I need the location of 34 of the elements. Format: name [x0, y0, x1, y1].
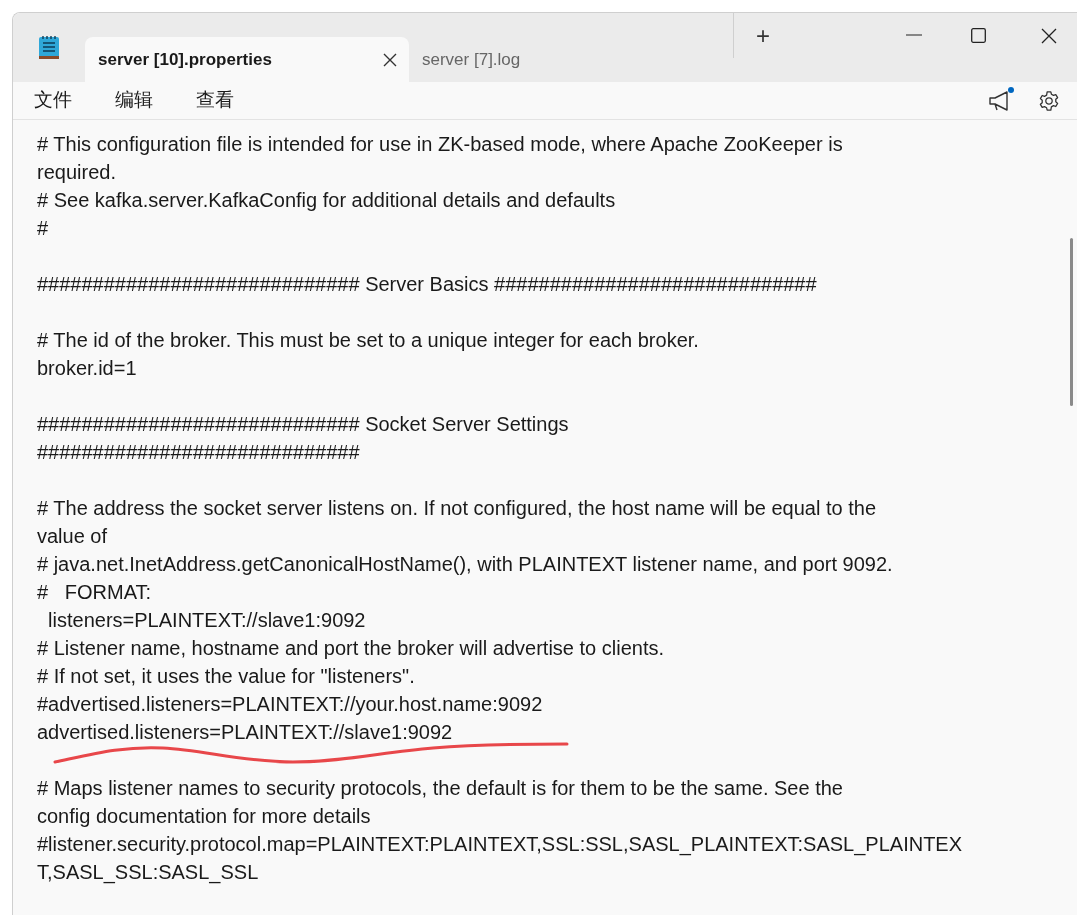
code-line: ############################# — [37, 441, 360, 463]
code-line: # java.net.InetAddress.getCanonicalHostName(), with PLAINTEXT listener name, and port 9092. — [37, 553, 893, 575]
maximize-icon[interactable] — [971, 28, 986, 43]
code-line: required. — [37, 161, 116, 183]
code-line: ############################# Socket Server Settings — [37, 413, 569, 435]
code-line: value of — [37, 525, 108, 547]
code-line: listeners=PLAINTEXT://slave1:9092 — [47, 609, 366, 631]
code-line: config documentation for more details — [37, 805, 371, 827]
code-line: ############################# Server Basics ############################# — [37, 273, 817, 295]
code-line: #listener.security.protocol.map=PLAINTEXT:PLAINTEXT,SSL:SSL,SASL_PLAINTEXT:SASL_PLAINTEX — [37, 833, 963, 855]
notepad-icon — [38, 34, 60, 61]
file-tab[interactable]: server [10].properties — [85, 37, 409, 82]
code-line: # Listener name, hostname and port the broker will advertise to clients. — [37, 637, 664, 659]
close-tab-icon[interactable] — [383, 52, 397, 67]
scrollbar-thumb[interactable] — [1070, 238, 1073, 406]
new-tab-button[interactable]: + — [756, 23, 770, 48]
settings-icon[interactable] — [1038, 89, 1060, 112]
code-line: # See kafka.server.KafkaConfig for additional details and defaults — [37, 189, 616, 211]
code-line: # Maps listener names to security protocols, the default is for them to be the same. See the — [37, 777, 843, 799]
code-line: # The address the socket server listens on. If not configured, the host name will be equal to the — [37, 497, 876, 519]
code-line: # FORMAT: — [37, 581, 152, 603]
menu-item[interactable]: 编辑 — [115, 86, 153, 115]
code-line: #advertised.listeners=PLAINTEXT://your.host.name:9092 — [37, 693, 543, 715]
code-line: # This configuration file is intended for use in ZK-based mode, where Apache ZooKeeper is — [37, 133, 843, 155]
close-icon[interactable] — [1041, 28, 1057, 44]
file-tab[interactable]: server [7].log — [409, 37, 733, 82]
code-line: # If not set, it uses the value for "listeners". — [37, 665, 415, 687]
code-line: # — [37, 217, 49, 239]
code-line: broker.id=1 — [37, 357, 137, 379]
menu-item[interactable]: 文件 — [34, 86, 72, 115]
code-line: # The id of the broker. This must be set to a unique integer for each broker. — [37, 329, 699, 351]
code-line: T,SASL_SSL:SASL_SSL — [37, 861, 259, 883]
code-line: advertised.listeners=PLAINTEXT://slave1:9092 — [37, 721, 453, 743]
menu-item[interactable]: 查看 — [196, 86, 234, 115]
